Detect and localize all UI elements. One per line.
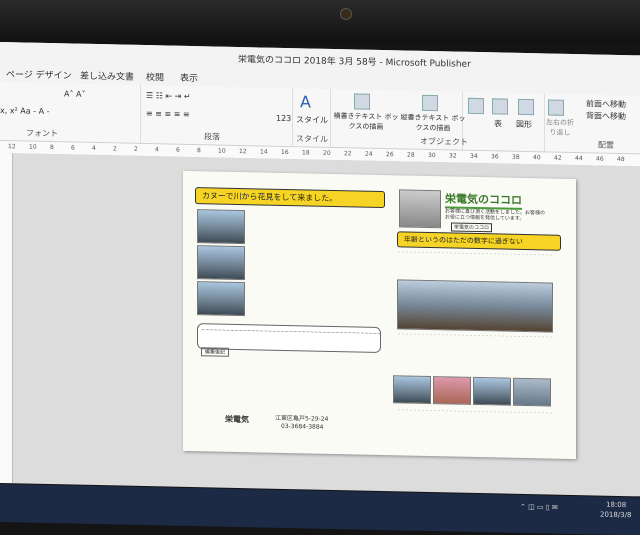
- ruler-tick: 42: [554, 154, 562, 162]
- bottom-photo-4[interactable]: [513, 377, 551, 407]
- newsletter-tag: 栄電気のココロ: [451, 222, 493, 233]
- bottom-photo-3[interactable]: [473, 376, 511, 406]
- ruler-tick: 12: [239, 148, 247, 156]
- ruler-tick: 40: [533, 154, 541, 162]
- paragraph-group: ☰ ☷ ⇤ ⇥ ↵ ≡ ≡ ≡ ≡ ≡ 123 段落: [142, 84, 293, 147]
- publication-page[interactable]: カヌーで川から花見をして来ました。 ~~~~~~~~~~~~~~~~~~~~~~…: [183, 170, 576, 460]
- document-canvas[interactable]: カヌーで川から花見をして来ました。 ~~~~~~~~~~~~~~~~~~~~~~…: [13, 153, 640, 497]
- style-group: A スタイル スタイル: [294, 88, 331, 147]
- bottom-photo-1[interactable]: [393, 375, 431, 405]
- tab-mailings[interactable]: 差し込み文書: [80, 69, 134, 83]
- grow-font-button[interactable]: A˄ A˅: [64, 89, 86, 98]
- bottom-photo-2[interactable]: [433, 376, 471, 405]
- style-icon[interactable]: A: [300, 92, 311, 111]
- ruler-tick: 20: [323, 149, 331, 157]
- ruler-tick: 26: [386, 151, 394, 159]
- screen: 栄電気のココロ 2018年 3月 58号 - Microsoft Publish…: [0, 42, 640, 535]
- bottom-caption-text: ・・・・・・・・・・・・・・・・・・・・・・・・・・・・・・・・・・・・・・・・…: [397, 407, 553, 419]
- company-address: 江東区亀戸5-29-24: [275, 414, 329, 423]
- ruler-tick: 2: [134, 145, 138, 153]
- taskbar-icons[interactable]: ⌃ ◫ ▭ ▯ ✉: [520, 503, 558, 512]
- tab-review[interactable]: 校閲: [146, 70, 164, 83]
- right-headline-banner[interactable]: 年齢というのはただの数字に過ぎない: [397, 231, 561, 251]
- shape-button[interactable]: 図形: [516, 119, 532, 130]
- wrap-icon[interactable]: [548, 99, 564, 116]
- canoe-photo-1[interactable]: [197, 209, 245, 245]
- vertical-textbox-icon[interactable]: [422, 94, 438, 112]
- paragraph-group-label: 段落: [204, 132, 220, 142]
- ruler-tick: 44: [575, 155, 583, 163]
- monitor-bezel: [0, 0, 640, 44]
- header-photo[interactable]: [399, 189, 441, 229]
- ruler-tick: 10: [218, 147, 226, 155]
- ruler-tick: 2: [113, 145, 117, 153]
- ruler-tick: 4: [155, 146, 159, 154]
- font-format-buttons[interactable]: x, x² Aa - A -: [0, 106, 50, 116]
- ruler-tick: 46: [596, 155, 604, 163]
- group-photo[interactable]: [397, 279, 553, 333]
- picture-icon[interactable]: [468, 97, 484, 115]
- tab-page-design[interactable]: ページ デザイン: [6, 67, 72, 81]
- ruler-tick: 48: [617, 155, 625, 164]
- ruler-tick: 38: [512, 153, 520, 161]
- style-button[interactable]: スタイル: [296, 114, 328, 126]
- newsletter-title: 栄電気のココロ: [445, 190, 522, 210]
- horizontal-textbox-icon[interactable]: [354, 93, 370, 110]
- editor-note-button[interactable]: 編集後記: [201, 347, 230, 357]
- ruler-tick: 36: [491, 153, 499, 161]
- ruler-tick: 28: [407, 151, 415, 159]
- ruler-tick: 18: [302, 149, 310, 157]
- ruler-tick: 10: [29, 143, 37, 151]
- ruler-tick: 22: [344, 150, 352, 158]
- tab-view[interactable]: 表示: [180, 71, 198, 84]
- align-icons[interactable]: ≡ ≡ ≡ ≡ ≡: [146, 109, 190, 119]
- table-button[interactable]: 表: [494, 118, 502, 129]
- bring-forward-button[interactable]: 前面へ移動: [586, 98, 626, 110]
- ruler-tick: 8: [50, 144, 54, 152]
- horizontal-textbox-button[interactable]: 横書きテキスト ボックスの描画: [332, 111, 400, 132]
- webcam-icon: [340, 8, 352, 20]
- ruler-tick: 4: [92, 144, 96, 153]
- ruler-tick: 14: [260, 148, 268, 156]
- style-group-label: スタイル: [296, 134, 328, 144]
- line-spacing-button[interactable]: 123: [276, 114, 291, 123]
- ruler-tick: 8: [197, 147, 201, 155]
- newsletter-description: お客様に喜び頂く活動をしました。お客様のお役に立つ情報を発信しています。: [445, 208, 546, 222]
- ruler-tick: 24: [365, 150, 373, 158]
- ruler-tick: 32: [449, 152, 457, 160]
- bullets-icon[interactable]: ☰ ☷ ⇤ ⇥ ↵: [146, 91, 191, 101]
- font-group-label: フォント: [26, 128, 58, 139]
- wrap-button[interactable]: 左右の折り返し: [546, 117, 574, 138]
- company-phone: 03-3684-3884: [281, 422, 324, 431]
- age-article-text: ・・・・・・・・・・・・・・・・・・・・・・・・・・・・・・・・・・・・・・・・…: [397, 249, 553, 265]
- vertical-textbox-button[interactable]: 縦書きテキスト ボックスの描画: [400, 112, 466, 133]
- arrange-group-label: 配置: [598, 140, 614, 150]
- arrange-group: 左右の折り返し 前面へ移動 背面へ移動 配置: [546, 93, 640, 153]
- ruler-tick: 16: [281, 148, 289, 157]
- insert-group: 表 図形: [464, 91, 545, 152]
- left-headline-banner[interactable]: カヌーで川から花見をして来ました。: [195, 187, 385, 209]
- vertical-ruler[interactable]: [0, 153, 13, 484]
- object-group: 横書きテキスト ボックスの描画 縦書きテキスト ボックスの描画 オブジェクト: [332, 88, 468, 150]
- canoe-photo-2[interactable]: [197, 245, 245, 281]
- canoe-photo-3[interactable]: [197, 281, 245, 317]
- ruler-tick: 6: [71, 144, 75, 152]
- ruler-tick: 6: [176, 146, 180, 154]
- clock-time[interactable]: 18:08: [606, 501, 626, 509]
- ruler-tick: 34: [470, 152, 478, 161]
- shape-icon[interactable]: [518, 98, 534, 116]
- font-group: A˄ A˅ x, x² Aa - A - フォント: [0, 82, 141, 143]
- company-name: 栄電気: [225, 414, 249, 425]
- clock-date[interactable]: 2018/3/8: [600, 511, 631, 520]
- ruler-tick: 30: [428, 151, 436, 160]
- object-group-label: オブジェクト: [420, 136, 468, 147]
- window-title: 栄電気のココロ 2018年 3月 58号 - Microsoft Publish…: [238, 54, 471, 70]
- ruler-tick: 12: [8, 143, 16, 151]
- table-icon[interactable]: [492, 98, 508, 115]
- group-article-text: ・・・・・・・・・・・・・・・・・・・・・・・・・・・・・・・・・・・・・・・・…: [397, 331, 553, 349]
- send-backward-button[interactable]: 背面へ移動: [586, 110, 626, 122]
